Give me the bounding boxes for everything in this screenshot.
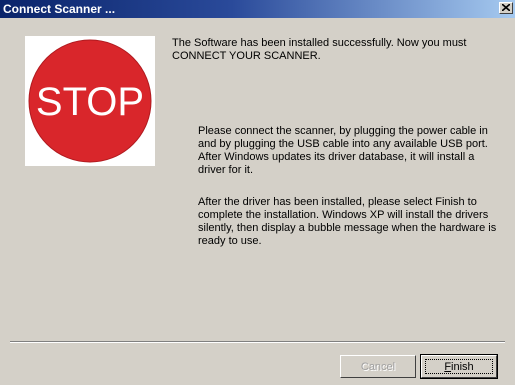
close-icon xyxy=(502,4,510,11)
window-title: Connect Scanner ... xyxy=(3,2,116,16)
cancel-button[interactable]: Cancel xyxy=(340,355,416,378)
stop-sign-icon: STOP xyxy=(28,39,152,163)
close-button[interactable] xyxy=(499,2,513,14)
intro-text: The Software has been installed successf… xyxy=(172,37,467,62)
stop-sign-image: STOP xyxy=(25,36,155,166)
instruction-paragraph-1: Please connect the scanner, by plugging … xyxy=(198,125,488,176)
cancel-button-label: Cancel xyxy=(360,360,396,373)
finish-button-label: Finish xyxy=(444,361,473,373)
finish-label-rest: inish xyxy=(451,360,474,373)
finish-button[interactable]: Finish xyxy=(420,354,498,379)
title-bar[interactable]: Connect Scanner ... xyxy=(0,0,515,18)
stop-sign-text: STOP xyxy=(36,80,144,124)
connect-scanner-dialog: Connect Scanner ... STOP The Software ha… xyxy=(0,0,515,385)
separator-line xyxy=(10,341,505,343)
instruction-paragraph-2: After the driver has been installed, ple… xyxy=(198,196,497,247)
dialog-body: STOP The Software has been installed suc… xyxy=(0,18,515,385)
